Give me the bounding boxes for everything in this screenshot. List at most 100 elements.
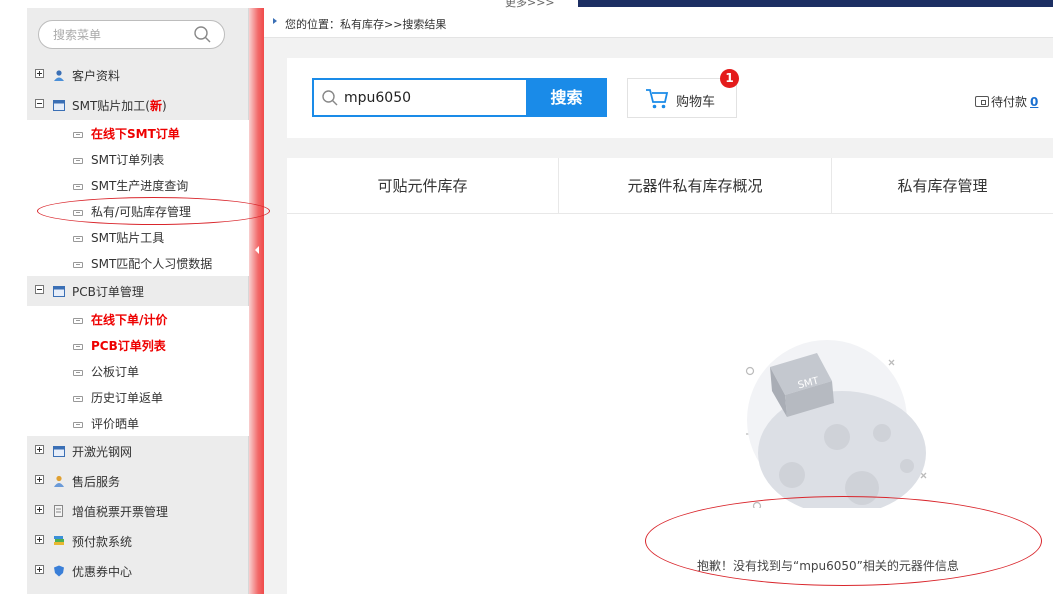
menu-group-stencil: 开激光钢网 — [27, 436, 249, 466]
search-bar: 搜索 购物车 1 待付款0 — [287, 58, 1053, 138]
menu-group-label: 客户资料 — [72, 69, 121, 83]
breadcrumb: 您的位置：私有库存>>搜索结果 — [264, 8, 1053, 38]
submenu-item-label: SMT匹配个人习惯数据 — [91, 257, 213, 271]
submenu-item-label: SMT订单列表 — [91, 153, 165, 167]
collapse-minus-icon[interactable] — [35, 285, 44, 294]
menu-group-prepay: 预付款系统 — [27, 526, 249, 556]
tab-bar: 可贴元件库存 元器件私有库存概况 私有库存管理 — [287, 158, 1053, 214]
menu-group-head[interactable]: 增值税票开票管理 — [27, 496, 249, 526]
submenu-item-label: 评价晒单 — [91, 417, 140, 431]
submenu: 在线下单/计价 PCB订单列表 公板订单 历史订单返单 评价晒单 — [27, 306, 249, 436]
menu-group-label: PCB订单管理 — [72, 285, 144, 299]
top-banner — [578, 0, 1053, 7]
document-icon — [73, 158, 83, 164]
user-icon — [54, 70, 64, 81]
cart-count-badge: 1 — [720, 69, 739, 88]
submenu-item-label: PCB订单列表 — [91, 339, 166, 353]
menu-group-coupon: 优惠券中心 — [27, 556, 249, 586]
submenu-item[interactable]: 私有/可贴库存管理 — [27, 198, 249, 224]
person-icon — [54, 475, 64, 487]
invoice-icon — [54, 505, 63, 517]
main-panel: 您的位置：私有库存>>搜索结果 搜索 购物车 1 待付款0 可贴元件库存 元器件… — [264, 8, 1053, 594]
collapse-minus-icon[interactable] — [35, 99, 44, 108]
menu-group-head[interactable]: PCB订单管理 — [27, 276, 249, 306]
submenu-item-label: 私有/可贴库存管理 — [91, 205, 192, 219]
breadcrumb-arrow-icon — [273, 18, 277, 24]
calendar-icon — [53, 446, 65, 457]
wallet-icon — [975, 96, 989, 107]
pending-count[interactable]: 0 — [1030, 95, 1038, 109]
coins-icon — [54, 536, 64, 545]
menu-group-head[interactable]: 开激光钢网 — [27, 436, 249, 466]
submenu-item[interactable]: 在线下SMT订单 — [27, 120, 249, 146]
search-button[interactable]: 搜索 — [526, 78, 607, 117]
document-icon — [73, 370, 83, 376]
menu-group-head[interactable]: 客户资料 — [27, 60, 249, 90]
menu-group-label: 预付款系统 — [72, 535, 133, 549]
submenu-item[interactable]: SMT生产进度查询 — [27, 172, 249, 198]
calendar-icon — [53, 100, 65, 111]
tab-private-stock-overview[interactable]: 元器件私有库存概况 — [559, 158, 832, 214]
menu-group-label: 优惠券中心 — [72, 565, 133, 579]
sidebar: 客户资料 SMT贴片加工(新) 在线下SMT订单 SMT订单列表 SMT生产进度… — [27, 8, 249, 594]
tab-mountable-stock[interactable]: 可贴元件库存 — [287, 158, 559, 214]
results-area: SMT 抱歉！没有找到与“mpu6050”相关的元器件信息 — [287, 214, 1053, 594]
document-icon — [73, 396, 83, 402]
new-badge: 新 — [149, 99, 162, 113]
submenu-item[interactable]: 评价晒单 — [27, 410, 249, 436]
menu-group-label: 售后服务 — [72, 475, 121, 489]
expand-plus-icon[interactable] — [35, 69, 44, 78]
document-icon — [73, 210, 83, 216]
pending-payment-link[interactable]: 待付款 0 — [975, 93, 1038, 110]
cart-button[interactable]: 购物车 — [627, 78, 737, 118]
submenu-item[interactable]: PCB订单列表 — [27, 332, 249, 358]
search-box — [312, 78, 526, 117]
shield-icon — [54, 565, 64, 577]
menu-group-pcb: PCB订单管理 在线下单/计价 PCB订单列表 公板订单 历史订单返单 评价晒单 — [27, 276, 249, 436]
document-icon — [73, 318, 83, 324]
submenu-item[interactable]: SMT匹配个人习惯数据 — [27, 250, 249, 276]
document-icon — [73, 344, 83, 350]
submenu-item[interactable]: 历史订单返单 — [27, 384, 249, 410]
menu-group-label: 开激光钢网 — [72, 445, 133, 459]
menu-group-aftersales: 售后服务 — [27, 466, 249, 496]
menu-search — [38, 20, 225, 49]
submenu: 在线下SMT订单 SMT订单列表 SMT生产进度查询 私有/可贴库存管理 SMT… — [27, 120, 249, 276]
document-icon — [73, 262, 83, 268]
submenu-item[interactable]: 公板订单 — [27, 358, 249, 384]
submenu-item[interactable]: SMT订单列表 — [27, 146, 249, 172]
menu-group-invoice: 增值税票开票管理 — [27, 496, 249, 526]
document-icon — [73, 132, 83, 138]
empty-moon-illustration: SMT — [745, 340, 927, 508]
expand-plus-icon[interactable] — [35, 535, 44, 544]
expand-plus-icon[interactable] — [35, 445, 44, 454]
submenu-item[interactable]: 在线下单/计价 — [27, 306, 249, 332]
cart-icon — [646, 89, 669, 109]
document-icon — [73, 236, 83, 242]
search-icon[interactable] — [193, 25, 212, 44]
menu-group-head[interactable]: 优惠券中心 — [27, 556, 249, 586]
cart-label: 购物车 — [676, 95, 716, 110]
submenu-item-label: 在线下单/计价 — [91, 313, 168, 327]
submenu-item-label: SMT生产进度查询 — [91, 179, 189, 193]
menu-group-smt: SMT贴片加工(新) 在线下SMT订单 SMT订单列表 SMT生产进度查询 私有… — [27, 90, 249, 276]
submenu-item-label: SMT贴片工具 — [91, 231, 165, 245]
expand-plus-icon[interactable] — [35, 475, 44, 484]
collapse-arrow-icon[interactable] — [255, 246, 259, 254]
menu-search-input[interactable] — [53, 26, 193, 44]
expand-plus-icon[interactable] — [35, 565, 44, 574]
search-input[interactable] — [344, 88, 519, 108]
submenu-item-label: 历史订单返单 — [91, 391, 164, 405]
sidebar-collapse-bar[interactable] — [249, 8, 264, 594]
menu-group-head[interactable]: 预付款系统 — [27, 526, 249, 556]
no-results-message: 抱歉！没有找到与“mpu6050”相关的元器件信息 — [697, 559, 959, 573]
menu-group-head[interactable]: SMT贴片加工(新) — [27, 90, 249, 120]
submenu-item[interactable]: SMT贴片工具 — [27, 224, 249, 250]
submenu-item-label: 在线下SMT订单 — [91, 127, 180, 141]
expand-plus-icon[interactable] — [35, 505, 44, 514]
document-icon — [73, 184, 83, 190]
tab-private-stock-management[interactable]: 私有库存管理 — [832, 158, 1053, 214]
menu-group-label: SMT贴片加工(新) — [72, 99, 167, 113]
document-icon — [73, 422, 83, 428]
menu-group-head[interactable]: 售后服务 — [27, 466, 249, 496]
